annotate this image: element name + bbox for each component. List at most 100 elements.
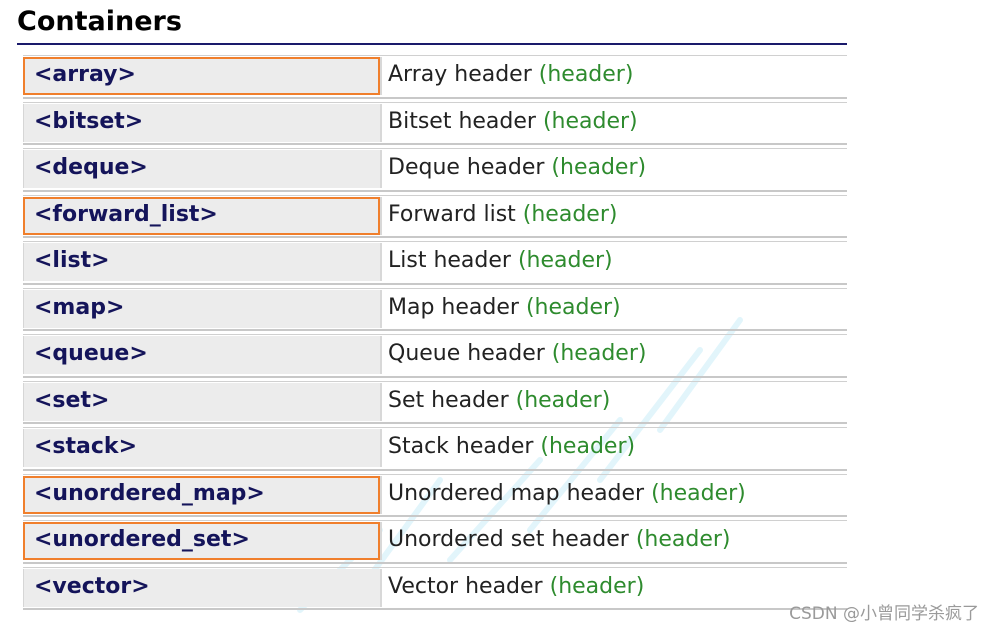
header-name-cell: <map> [23,289,380,328]
description-text: Vector header [388,573,543,599]
row-bottom-border [23,515,847,517]
header-tag: (header) [525,294,621,320]
header-link[interactable]: <bitset> [34,109,143,134]
row-bottom-border [23,468,847,471]
row-top-border [23,334,847,335]
table-row: <bitset> Bitset header (header) [23,101,847,149]
cell-separator [380,150,382,188]
table-row: <unordered_map> Unordered map header (hea… [23,473,847,521]
description-text: Forward list [388,201,516,227]
row-top-border [23,101,847,103]
table-row: <forward_list> Forward list (header) [23,194,847,242]
table-row: <set> Set header (header) [23,380,847,428]
header-link[interactable]: <set> [34,388,109,413]
header-tag: (header) [515,387,611,413]
header-tag: (header) [517,248,613,273]
row-bottom-border [23,329,847,331]
description-text: Queue header [388,341,545,366]
table-row: <array> Array header (header) [23,55,847,102]
row-top-border [23,241,847,242]
row-top-border [23,148,847,149]
row-top-border [23,287,847,289]
cell-separator [380,57,382,95]
header-name-cell: <list> [23,243,380,281]
header-description: Unordered set header (header) [388,527,731,552]
row-bottom-border [23,561,847,564]
header-name-cell: <bitset> [23,103,380,142]
header-tag: (header) [542,108,638,134]
cell-separator [380,196,382,235]
row-top-border [23,520,847,521]
row-bottom-border [23,236,847,238]
row-bottom-border [23,608,847,610]
row-top-border [23,427,847,428]
header-link[interactable]: <map> [34,295,124,320]
cell-separator [380,243,382,281]
header-tag: (header) [551,341,647,366]
row-top-border [23,473,847,475]
header-name-cell-highlighted: <unordered_map> [23,475,380,514]
header-description: Unordered map header (header) [388,481,746,506]
header-link[interactable]: <stack> [34,434,137,459]
header-name-cell: <vector> [23,568,380,607]
header-tag: (header) [635,527,731,552]
section-title: Containers [17,6,182,37]
header-description: Stack header (header) [388,434,635,459]
cell-separator [380,382,382,421]
header-description: Deque header (header) [388,155,646,180]
row-bottom-border [23,189,847,192]
description-text: Unordered set header [388,527,629,552]
header-name-cell-highlighted: <array> [23,57,380,95]
header-description: Map header (header) [388,295,621,320]
table-row: <queue> Queue header (header) [23,334,847,381]
header-description: Bitset header (header) [388,109,638,134]
header-tag: (header) [551,155,647,180]
table-row: <list> List header (header) [23,241,847,288]
header-tag: (header) [651,480,746,506]
containers-table: <array> Array header (header) <bitset> Bits… [23,55,847,613]
header-link[interactable]: <forward_list> [34,202,218,227]
table-row: <map> Map header (header) [23,287,847,335]
description-text: Stack header [388,434,534,459]
row-bottom-border [23,143,847,145]
header-name-cell-highlighted: <forward_list> [23,196,380,235]
header-tag: (header) [522,201,618,227]
header-tag: (header) [540,434,636,459]
header-description: Queue header (header) [388,341,646,366]
description-text: Array header [388,62,532,87]
cell-separator [380,522,382,560]
header-name-cell: <stack> [23,429,380,467]
header-description: Set header (header) [388,388,610,413]
description-text: Bitset header [388,108,536,134]
header-link[interactable]: <list> [34,248,110,273]
row-top-border [23,380,847,382]
description-text: Deque header [388,155,545,180]
header-link[interactable]: <unordered_map> [34,481,265,506]
header-link[interactable]: <vector> [34,574,150,599]
header-name-cell: <queue> [23,336,380,374]
title-divider [17,43,847,45]
header-link[interactable]: <deque> [34,155,148,180]
description-text: Set header [388,387,509,413]
description-text: Unordered map header [388,480,645,506]
cell-separator [380,568,382,607]
csdn-watermark: CSDN @小曾同学杀疯了 [789,604,979,624]
row-bottom-border [23,96,847,99]
header-link[interactable]: <array> [34,62,136,87]
header-tag: (header) [549,573,645,599]
header-name-cell: <set> [23,382,380,421]
header-description: List header (header) [388,248,613,273]
table-row: <vector> Vector header (header) [23,566,847,614]
header-description: Array header (header) [388,62,633,87]
description-text: List header [388,248,511,273]
header-name-cell-highlighted: <unordered_set> [23,522,380,560]
header-link[interactable]: <queue> [34,341,148,366]
header-link[interactable]: <unordered_set> [34,527,250,552]
header-name-cell: <deque> [23,150,380,188]
description-text: Map header [388,294,519,320]
page: Containers <array> Array header (header) <… [0,0,993,631]
cell-separator [380,336,382,374]
cell-separator [380,289,382,328]
row-top-border [23,55,847,56]
row-bottom-border [23,375,847,378]
